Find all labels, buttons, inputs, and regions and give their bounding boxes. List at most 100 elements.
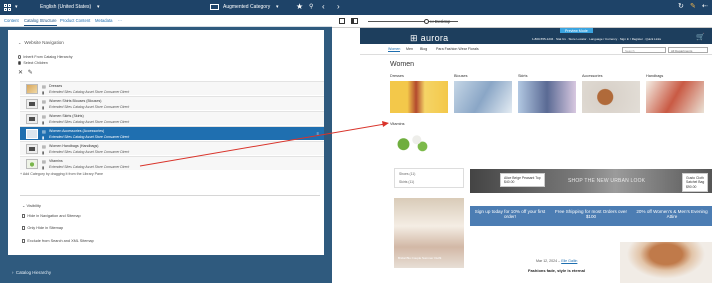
category-label-dresses[interactable]: Dresses: [390, 74, 404, 78]
category-label-handbags[interactable]: Handbags: [646, 74, 663, 78]
section-chevron-icon: ⌄: [22, 203, 26, 208]
inherit-radio[interactable]: [18, 55, 22, 59]
category-label-blouses[interactable]: Blouses: [454, 74, 468, 78]
catalog-hierarchy-header[interactable]: › Catalog Hierarchy: [12, 270, 51, 275]
category-row-blouses[interactable]: ▤ ▮ Women Shirts Blouses (Blouses) Exten…: [20, 96, 324, 110]
promo-banner[interactable]: 20% off Women's & Men's Evening Attire: [636, 209, 708, 220]
category-row-accessories[interactable]: ▤ ▮ Women Accessories (Accessories) Exte…: [20, 126, 324, 140]
hero-banner[interactable]: SHOP THE NEW URBAN LOOK Alice Beige Peas…: [470, 169, 712, 193]
catalog-icon: ▮: [42, 135, 45, 140]
viewport-label: ☐ Desktop: [430, 19, 451, 24]
locale-chevron-icon[interactable]: ▾: [97, 4, 100, 10]
select-children-option[interactable]: Select Children: [18, 61, 48, 65]
category-row-skirts[interactable]: ▤ ▮ Women Skirts (Skirts) Extended Sites…: [20, 111, 324, 125]
nav-men[interactable]: Men: [406, 47, 413, 51]
nav-women[interactable]: Women: [388, 47, 401, 52]
category-thumbnail: [26, 99, 38, 109]
preview-topbar: › ↻ ✎ ⇠: [332, 0, 712, 15]
select-children-radio[interactable]: [18, 61, 22, 65]
blog-post-meta: Mar 12, 2024 – Elle Gallin: [536, 259, 577, 263]
promo-banner[interactable]: Free Shipping for most Orders over $100: [555, 209, 627, 220]
catalog-icon: ▮: [42, 150, 45, 155]
facet-item[interactable]: Shoes (11): [399, 172, 415, 176]
hide-in-navigation-checkbox[interactable]: [22, 214, 26, 218]
tab-product-content[interactable]: Product Content: [60, 18, 90, 23]
category-icon: ▤: [42, 84, 46, 89]
category-image-vitamins[interactable]: [394, 131, 432, 153]
callout-price: $90.00: [686, 184, 697, 189]
cart-icon[interactable]: 🛒: [696, 33, 705, 41]
pin-icon[interactable]: ⚲: [309, 3, 313, 10]
nav-para-fashion[interactable]: Para Fashion Wear Florals: [436, 47, 479, 51]
category-image-handbags[interactable]: [646, 81, 704, 113]
locale-select[interactable]: English (United States): [40, 4, 91, 10]
section-divider: [20, 195, 320, 196]
category-label-skirts[interactable]: Skirts: [518, 74, 528, 78]
edit-pencil-icon[interactable]: ✎: [28, 70, 33, 76]
post-date: Mar 12, 2024 –: [536, 259, 562, 263]
split-view-icon[interactable]: [351, 18, 358, 24]
bookmark-star-icon[interactable]: ★: [296, 2, 303, 11]
tab-content[interactable]: Content: [4, 18, 19, 23]
share-icon[interactable]: ⇠: [702, 2, 708, 10]
device-frame-icon[interactable]: [339, 18, 345, 24]
category-editor-pane: ▾ English (United States) ▾ Augmented Ca…: [0, 0, 332, 283]
product-callout-right[interactable]: Gusto Cloth Satchel Bag $90.00: [682, 173, 709, 192]
hide-in-sitemap-option[interactable]: Only Hide in Sitemap: [22, 226, 63, 230]
editor-scrollbar[interactable]: [324, 30, 327, 255]
content-type-select[interactable]: Augmented Category: [223, 4, 270, 10]
tab-catalog-structure[interactable]: Catalog Structure: [24, 18, 57, 26]
apps-grid-icon[interactable]: [4, 4, 12, 11]
catalog-structure-panel: ⌄ Website Navigation Inherit From Catalog…: [8, 30, 324, 255]
department-select[interactable]: All Departments: [668, 47, 708, 53]
store-logo[interactable]: ⊞ aurora: [410, 33, 448, 44]
category-image-dresses[interactable]: [390, 81, 448, 113]
hide-in-navigation-option[interactable]: Hide in Navigation and Sitemap: [22, 214, 81, 218]
category-icon: ▤: [42, 99, 46, 104]
edit-icon[interactable]: ✎: [690, 2, 696, 10]
category-catalog: Extended Sites Catalog Asset Store Consu…: [49, 120, 130, 124]
category-image-accessories[interactable]: [582, 81, 640, 113]
category-name: Women Handbags (Handbags): [49, 144, 99, 148]
expand-right-icon[interactable]: ›: [337, 2, 340, 11]
category-row-handbags[interactable]: ▤ ▮ Women Handbags (Handbags) Extended S…: [20, 141, 324, 155]
store-search-input[interactable]: Search: [622, 47, 666, 53]
post-author-link[interactable]: Elle Gallin: [561, 259, 577, 263]
hide-in-navigation-label: Hide in Navigation and Sitemap: [27, 214, 81, 218]
category-thumbnail: [26, 159, 38, 169]
category-row-dresses[interactable]: ▤ ▮ Dresses Extended Sites Catalog Asset…: [20, 81, 324, 95]
website-navigation-header[interactable]: ⌄ Website Navigation: [18, 40, 64, 45]
nav-blog[interactable]: Blog: [420, 47, 427, 51]
drag-handle-icon[interactable]: ≡: [317, 131, 319, 136]
category-image-skirts[interactable]: [518, 81, 576, 113]
category-image-blouses[interactable]: [454, 81, 512, 113]
store-utility-links[interactable]: 1-800-555-1234 · Stat Us · Store Locator…: [532, 37, 661, 41]
category-row-vitamins[interactable]: ▤ ▮ Vitamins Extended Sites Catalog Asse…: [20, 156, 324, 170]
hide-in-sitemap-checkbox[interactable]: [22, 226, 26, 230]
apps-menu-chevron-icon[interactable]: ▾: [15, 4, 18, 10]
category-icon: ▤: [42, 129, 46, 134]
remove-icon[interactable]: ✕: [18, 70, 23, 76]
content-type-chevron-icon[interactable]: ▾: [276, 4, 279, 10]
promo-banner[interactable]: Sign up today for 10% off your first ord…: [474, 209, 546, 220]
category-label-accessories[interactable]: Accessories: [582, 74, 602, 78]
facet-item[interactable]: Skirts (11): [399, 180, 414, 184]
viewport-slider-handle[interactable]: [424, 18, 429, 24]
tab-metadata[interactable]: Metadata: [95, 18, 112, 23]
model-image[interactable]: [620, 242, 712, 283]
inherit-option[interactable]: Inherit From Catalog Hierarchy: [18, 55, 73, 59]
exclude-from-search-option[interactable]: Exclude from Search and XML Sitemap: [22, 239, 94, 243]
collapse-left-icon[interactable]: ‹: [322, 2, 325, 11]
couple-image[interactable]: Bridal Blu Couple Summer Outfit: [394, 198, 464, 268]
product-callout-left[interactable]: Alice Beige Peasant Top $40.00: [500, 173, 545, 188]
blog-post-title[interactable]: Fashions fade, style is eternal: [528, 268, 585, 273]
women-heading: Women: [390, 61, 414, 68]
tabs-more-icon[interactable]: ⋯: [118, 18, 122, 23]
visibility-header[interactable]: ⌄ Visibility: [22, 203, 41, 208]
refresh-icon[interactable]: ↻: [678, 2, 684, 10]
exclude-from-search-checkbox[interactable]: [22, 239, 26, 243]
exclude-from-search-label: Exclude from Search and XML Sitemap: [27, 239, 94, 243]
section-chevron-icon: ›: [12, 270, 14, 275]
website-navigation-title: Website Navigation: [24, 40, 64, 45]
category-catalog: Extended Sites Catalog Asset Store Consu…: [49, 165, 130, 169]
